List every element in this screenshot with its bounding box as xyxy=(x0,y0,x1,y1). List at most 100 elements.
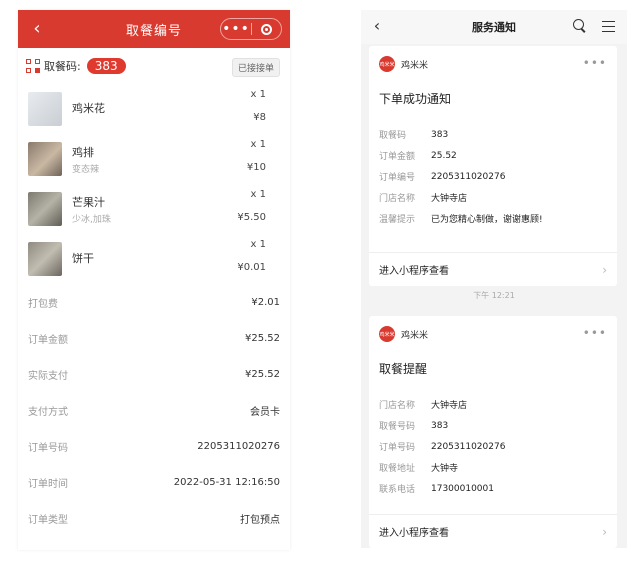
field-label: 温馨提示 xyxy=(379,215,416,225)
order-item[interactable]: 鸡米花 x 1 ¥8 xyxy=(18,84,290,134)
search-icon[interactable] xyxy=(573,19,587,33)
item-quantity: x 1 xyxy=(250,139,266,150)
item-option: 少冰,加珠 xyxy=(72,214,111,225)
item-thumbnail xyxy=(28,242,62,276)
pickup-code-badge: 383 xyxy=(86,58,126,74)
field-row: 取餐码 383 xyxy=(379,124,607,145)
card-fields: 门店名称 大钟寺店 取餐号码 383 订单号码 2205311020276 取餐地址 大… xyxy=(369,394,617,499)
chevron-right-icon: › xyxy=(602,262,607,277)
item-price: ¥0.01 xyxy=(237,262,266,273)
order-time-row: 订单时间 2022-05-31 12:16:50 xyxy=(18,464,290,500)
info-label: 订单金额 xyxy=(28,334,68,346)
info-value: 打包预点 xyxy=(240,514,280,526)
menu-icon[interactable] xyxy=(602,21,615,32)
field-label: 订单金额 xyxy=(379,152,416,162)
order-success-card: 鸡米米 鸡米米 ••• 下单成功通知 取餐码 383 订单金额 25.52 订单编号… xyxy=(369,46,617,286)
field-label: 门店名称 xyxy=(379,194,416,204)
info-value: ¥25.52 xyxy=(245,332,280,344)
item-price: ¥10 xyxy=(246,162,266,173)
order-detail-panel: ‹ 取餐编号 ••• 取餐码: 383 已接接单 鸡米花 x 1 ¥8 鸡排 变… xyxy=(18,10,290,550)
info-label: 打包费 xyxy=(28,298,58,310)
page-title: 取餐编号 xyxy=(125,23,182,39)
field-label: 取餐地址 xyxy=(379,464,416,474)
field-label: 取餐号码 xyxy=(379,422,416,432)
field-row: 取餐地址 大钟寺 xyxy=(379,457,607,478)
order-amount-row: 订单金额 ¥25.52 xyxy=(18,320,290,356)
brand-logo-icon: 鸡米米 xyxy=(379,326,395,342)
field-row: 订单编号 2205311020276 xyxy=(379,166,607,187)
field-row: 联系电话 17300010001 xyxy=(379,478,607,499)
info-label: 订单号码 xyxy=(28,442,68,454)
qrcode-icon xyxy=(26,59,40,73)
card-brand-row: 鸡米米 鸡米米 ••• xyxy=(369,316,617,352)
field-value: 383 xyxy=(431,129,449,140)
field-label: 取餐码 xyxy=(379,131,407,141)
order-header: ‹ 取餐编号 ••• xyxy=(18,10,290,48)
field-value: 已为您精心制做，谢谢惠顾! xyxy=(431,215,543,225)
field-label: 订单编号 xyxy=(379,173,416,183)
chevron-right-icon: › xyxy=(602,524,607,539)
order-status-badge: 已接接单 xyxy=(231,58,280,77)
brand-name: 鸡米米 xyxy=(401,60,429,71)
field-value: 17300010001 xyxy=(431,483,494,494)
more-dots-icon[interactable]: ••• xyxy=(583,326,607,340)
open-mini-program-link[interactable]: 进入小程序查看 › xyxy=(369,514,617,548)
field-value: 大钟寺 xyxy=(431,464,459,474)
field-label: 联系电话 xyxy=(379,485,416,495)
field-row: 取餐号码 383 xyxy=(379,415,607,436)
link-label: 进入小程序查看 xyxy=(379,528,449,539)
field-value: 2205311020276 xyxy=(431,441,506,452)
field-row: 门店名称 大钟寺店 xyxy=(379,394,607,415)
field-row: 温馨提示 已为您精心制做，谢谢惠顾! xyxy=(379,208,607,229)
field-label: 订单号码 xyxy=(379,443,416,453)
field-value: 大钟寺店 xyxy=(431,194,468,204)
close-circle-icon[interactable] xyxy=(252,23,281,35)
field-value: 383 xyxy=(431,420,449,431)
info-label: 订单时间 xyxy=(28,478,68,490)
pickup-code-row: 取餐码: 383 已接接单 xyxy=(18,48,290,84)
back-arrow-icon[interactable]: ‹ xyxy=(367,16,387,36)
info-value: 会员卡 xyxy=(250,406,280,418)
item-thumbnail xyxy=(28,192,62,226)
item-name: 鸡米花 xyxy=(72,102,105,115)
info-label: 实际支付 xyxy=(28,370,68,382)
field-value: 大钟寺店 xyxy=(431,401,468,411)
item-thumbnail xyxy=(28,92,62,126)
order-type-row: 订单类型 打包预点 xyxy=(18,500,290,536)
item-price: ¥8 xyxy=(253,112,266,123)
field-row: 订单金额 25.52 xyxy=(379,145,607,166)
back-arrow-icon[interactable]: ‹ xyxy=(26,18,48,40)
card-title: 取餐提醒 xyxy=(379,362,428,376)
order-item[interactable]: 芒果汁 少冰,加珠 x 1 ¥5.50 xyxy=(18,184,290,234)
item-option: 变态辣 xyxy=(72,164,100,175)
item-name: 芒果汁 xyxy=(72,195,105,209)
order-item[interactable]: 饼干 x 1 ¥0.01 xyxy=(18,234,290,284)
item-name: 饼干 xyxy=(72,252,94,265)
item-thumbnail xyxy=(28,142,62,176)
item-quantity: x 1 xyxy=(250,89,266,100)
item-quantity: x 1 xyxy=(250,189,266,200)
card-title: 下单成功通知 xyxy=(379,92,452,106)
info-value: ¥2.01 xyxy=(251,296,280,308)
info-label: 订单类型 xyxy=(28,514,68,526)
info-label: 支付方式 xyxy=(28,406,68,418)
message-timestamp: 下午 12:21 xyxy=(473,291,515,300)
pickup-code-label: 取餐码: xyxy=(44,60,81,73)
actual-payment-row: 实际支付 ¥25.52 xyxy=(18,356,290,392)
brand-name: 鸡米米 xyxy=(401,330,429,341)
order-item[interactable]: 鸡排 变态辣 x 1 ¥10 xyxy=(18,134,290,184)
more-dots-icon[interactable]: ••• xyxy=(583,56,607,70)
packing-fee-row: 打包费 ¥2.01 xyxy=(18,284,290,320)
notification-header: ‹ 服务通知 xyxy=(361,10,627,44)
more-dots-icon[interactable]: ••• xyxy=(221,19,251,39)
link-label: 进入小程序查看 xyxy=(379,266,449,277)
card-fields: 取餐码 383 订单金额 25.52 订单编号 2205311020276 门店名称 大… xyxy=(369,124,617,229)
pickup-reminder-card: 鸡米米 鸡米米 ••• 取餐提醒 门店名称 大钟寺店 取餐号码 383 订单号码 22… xyxy=(369,316,617,548)
open-mini-program-link[interactable]: 进入小程序查看 › xyxy=(369,252,617,286)
info-value: ¥25.52 xyxy=(245,368,280,380)
payment-method-row: 支付方式 会员卡 xyxy=(18,392,290,428)
field-row: 订单号码 2205311020276 xyxy=(379,436,607,457)
field-value: 25.52 xyxy=(431,150,457,161)
brand-logo-icon: 鸡米米 xyxy=(379,56,395,72)
mini-program-capsule: ••• xyxy=(220,18,282,40)
